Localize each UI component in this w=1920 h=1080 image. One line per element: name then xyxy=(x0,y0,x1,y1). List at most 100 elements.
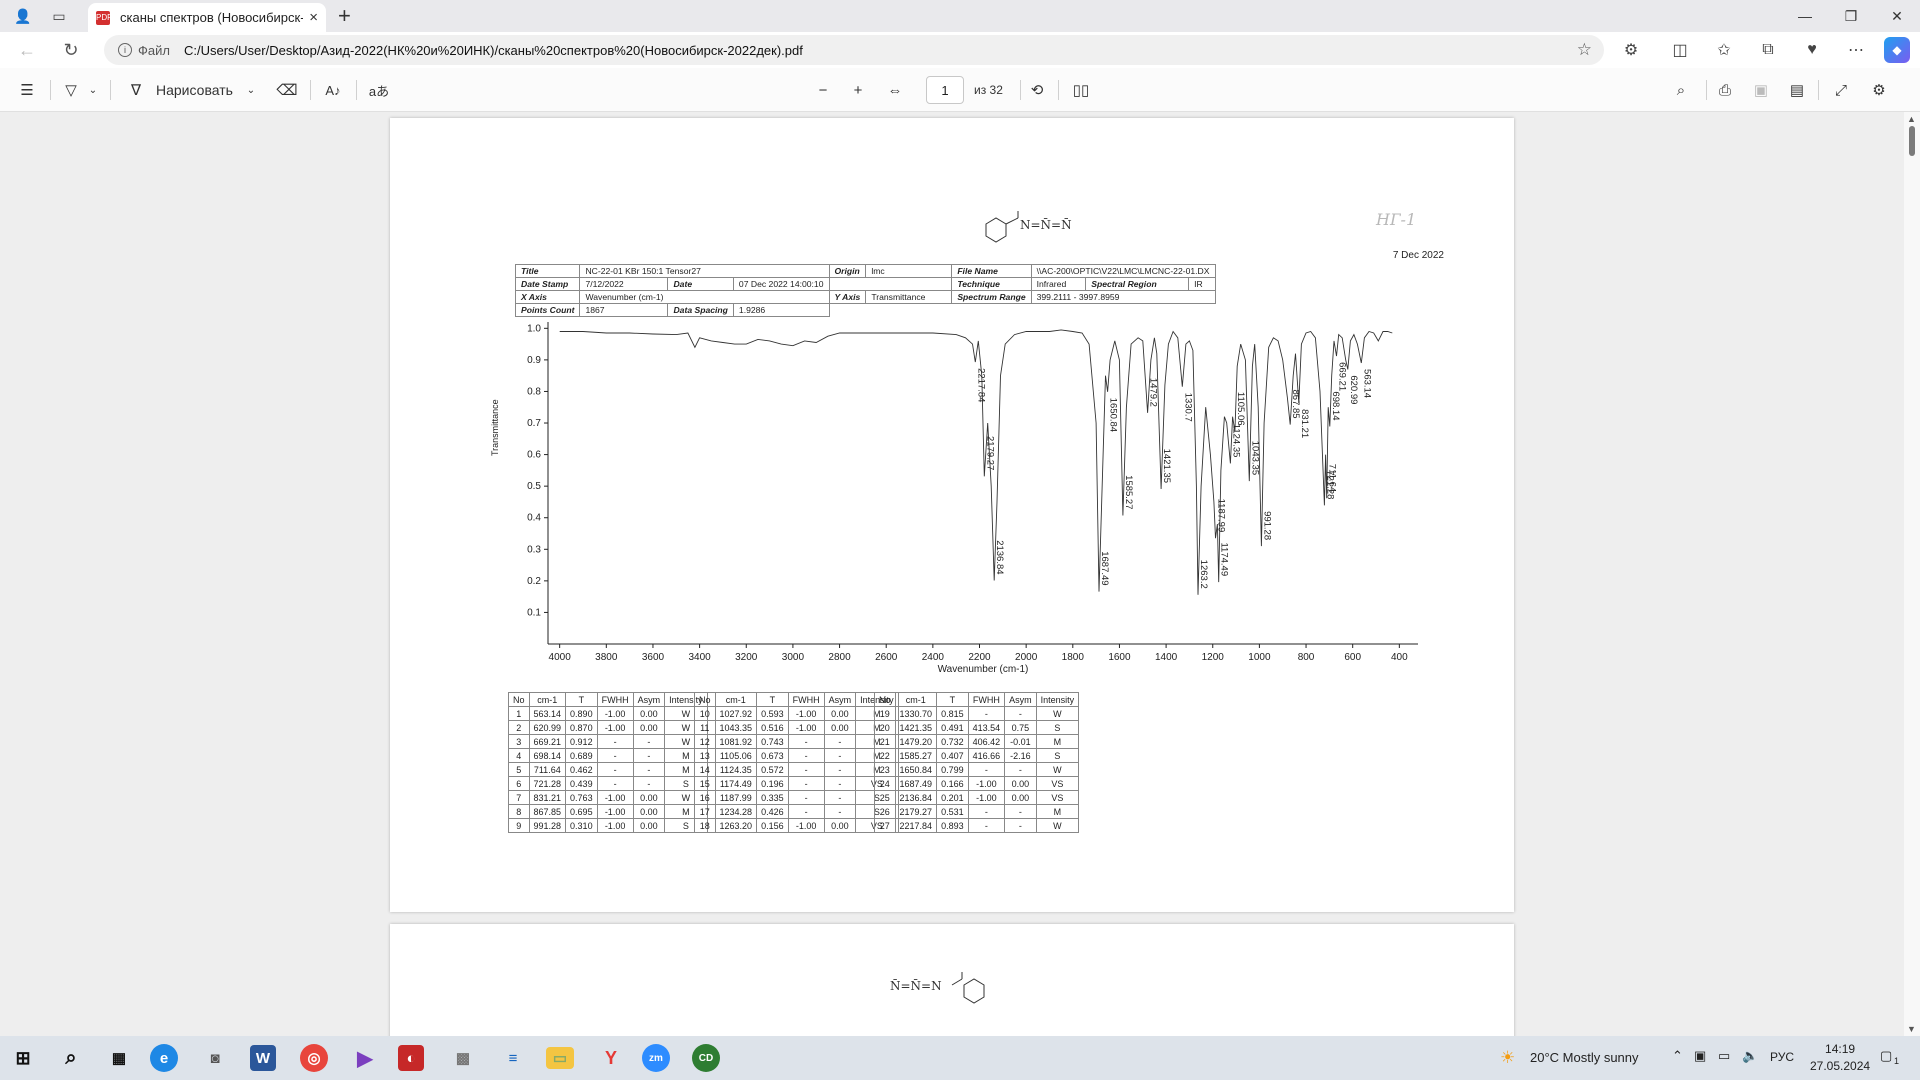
visual-studio-icon[interactable]: ▶ xyxy=(348,1042,382,1074)
zoom-in-icon[interactable]: + xyxy=(845,77,871,103)
close-window-button[interactable]: ✕ xyxy=(1874,0,1920,32)
task-view-icon[interactable]: ▦ xyxy=(102,1042,136,1074)
peaks-cell: 0.689 xyxy=(565,748,598,763)
chrome-icon[interactable]: ◎ xyxy=(300,1044,328,1072)
copilot-icon[interactable]: ◆ xyxy=(1884,37,1910,63)
app-stripes-icon[interactable]: ≡ xyxy=(496,1042,530,1074)
save-icon[interactable]: ▣ xyxy=(1748,77,1774,103)
contents-icon[interactable]: ☰ xyxy=(14,77,40,103)
tray-chevron-icon[interactable]: ⌃ xyxy=(1672,1048,1683,1064)
new-tab-button[interactable]: + xyxy=(338,3,351,29)
peaks-cell: 0.201 xyxy=(936,790,969,805)
clock[interactable]: 14:19 27.05.2024 xyxy=(1810,1041,1870,1075)
more-menu-icon[interactable]: ⋯ xyxy=(1842,37,1870,63)
page-number-input[interactable]: 1 xyxy=(926,76,964,104)
split-screen-icon[interactable]: ◫ xyxy=(1666,37,1694,63)
weather-icon[interactable]: ☀ xyxy=(1500,1048,1515,1068)
settings-icon[interactable]: ⚙ xyxy=(1866,77,1892,103)
table-row: 1 563.14 0.890 -1.00 0.00 W xyxy=(508,706,708,721)
url-text[interactable]: C:/Users/User/Desktop/Азид-2022(НК%20и%2… xyxy=(184,43,803,58)
peaks-cell: -1.00 xyxy=(787,818,825,833)
archive-icon[interactable]: ▩ xyxy=(446,1042,480,1074)
table-row: 10 1027.92 0.593 -1.00 0.00 M xyxy=(694,706,899,721)
peaks-cell: - xyxy=(632,734,666,749)
read-aloud-icon[interactable]: A♪ xyxy=(320,77,346,103)
peak-label: 1105.06 xyxy=(1235,392,1246,426)
peaks-cell: - xyxy=(632,776,666,791)
app-green-icon[interactable]: CD xyxy=(692,1044,720,1072)
favorite-star-icon[interactable]: ☆ xyxy=(1577,40,1592,60)
pdf-viewer[interactable]: N=N̄=N̄ НГ-1 7 Dec 2022 Title NC-22-01 K… xyxy=(0,112,1920,1036)
search-taskbar-icon[interactable]: ⌕ xyxy=(54,1042,88,1074)
fit-page-icon[interactable]: ⇔ xyxy=(882,77,908,103)
start-icon[interactable]: ⊞ xyxy=(6,1042,40,1074)
notifications-icon[interactable]: ▢ xyxy=(1880,1048,1892,1064)
tab-actions-icon[interactable]: ▭ xyxy=(44,1,74,31)
vertical-scrollbar[interactable]: ▲ ▼ xyxy=(1904,112,1920,1036)
peaks-cell: 5 xyxy=(508,762,530,777)
draw-icon[interactable]: ∇ xyxy=(126,77,146,103)
peak-label: 1421.35 xyxy=(1161,449,1172,483)
highlight-dropdown-icon[interactable]: ⌄ xyxy=(86,77,100,103)
page-view-icon[interactable]: ▯▯ xyxy=(1068,77,1094,103)
zoom-icon[interactable]: zm xyxy=(642,1044,670,1072)
file-explorer-icon[interactable]: ▭ xyxy=(546,1047,574,1069)
search-icon[interactable]: ⌕ xyxy=(1668,77,1694,103)
x-tick-label: 3000 xyxy=(782,652,805,663)
scroll-up-icon[interactable]: ▲ xyxy=(1907,114,1916,124)
performance-icon[interactable]: ♥ xyxy=(1798,37,1826,63)
info-icon[interactable]: i xyxy=(118,43,132,57)
rotate-icon[interactable]: ⟲ xyxy=(1024,77,1050,103)
pyridine-ring-drawing-2 xyxy=(951,972,985,1004)
translate-icon[interactable]: aあ xyxy=(366,77,392,103)
meta-key: Y Axis xyxy=(828,290,867,304)
scrollbar-thumb[interactable] xyxy=(1909,126,1915,156)
network-icon[interactable]: ▭ xyxy=(1718,1048,1730,1064)
peaks-cell: 22 xyxy=(874,748,896,763)
profile-icon[interactable]: 👤 xyxy=(8,1,38,31)
peaks-cell: 1263.20 xyxy=(714,818,758,833)
peaks-cell: 0.815 xyxy=(936,706,969,721)
tab-close-icon[interactable]: × xyxy=(309,9,318,26)
scroll-down-icon[interactable]: ▼ xyxy=(1907,1024,1916,1034)
tab-title: сканы спектров (Новосибирск- xyxy=(120,10,304,25)
peaks-header: FWHH xyxy=(596,692,634,707)
tray-app-icon[interactable]: ▣ xyxy=(1694,1048,1706,1064)
weather-text[interactable]: 20°C Mostly sunny xyxy=(1530,1050,1639,1065)
peaks-cell: 0.593 xyxy=(756,706,789,721)
word-icon[interactable]: W xyxy=(250,1045,276,1071)
draw-button[interactable]: Нарисовать xyxy=(156,77,233,103)
camera-icon[interactable]: ◙ xyxy=(198,1042,232,1074)
highlight-icon[interactable]: ▽ xyxy=(58,77,84,103)
peaks-cell: VS xyxy=(1035,776,1080,791)
refresh-button[interactable]: ↻ xyxy=(56,36,86,64)
save-as-icon[interactable]: ▤ xyxy=(1784,77,1810,103)
minimize-button[interactable]: — xyxy=(1782,0,1828,32)
zoom-out-icon[interactable]: − xyxy=(810,77,836,103)
restore-button[interactable]: ❐ xyxy=(1828,0,1874,32)
favorites-icon[interactable]: ✩ xyxy=(1710,37,1738,63)
peaks-cell: - xyxy=(596,776,634,791)
peaks-cell: 17 xyxy=(694,804,716,819)
language-indicator[interactable]: РУС xyxy=(1770,1050,1794,1064)
draw-dropdown-icon[interactable]: ⌄ xyxy=(244,77,258,103)
meta-value: 07 Dec 2022 14:00:10 xyxy=(732,277,830,291)
x-tick-label: 800 xyxy=(1298,652,1315,663)
back-button[interactable]: ← xyxy=(12,36,42,64)
extensions-icon[interactable]: ⚙ xyxy=(1617,37,1645,63)
table-row: 23 1650.84 0.799- - W xyxy=(874,762,1080,777)
peaks-cell: -0.01 xyxy=(1004,734,1037,749)
app-red-icon[interactable]: ◐ xyxy=(398,1045,424,1071)
molecule-structure-2: N̄=N̄=N xyxy=(890,972,985,1004)
collections-icon[interactable]: ⧉ xyxy=(1754,37,1782,63)
print-icon[interactable]: ⎙ xyxy=(1712,77,1738,103)
volume-icon[interactable]: 🔈 xyxy=(1742,1048,1758,1064)
edge-icon[interactable]: e xyxy=(150,1044,178,1072)
fullscreen-icon[interactable]: ⤢ xyxy=(1828,77,1854,103)
yandex-browser-icon[interactable]: Y xyxy=(594,1042,628,1074)
meta-key: File Name xyxy=(951,264,1032,278)
empty-cell xyxy=(829,278,866,291)
eraser-icon[interactable]: ⌫ xyxy=(274,77,300,103)
tab-pdf[interactable]: PDF сканы спектров (Новосибирск- × xyxy=(88,3,326,32)
address-field[interactable]: i Файл C:/Users/User/Desktop/Азид-2022(Н… xyxy=(104,35,1604,65)
